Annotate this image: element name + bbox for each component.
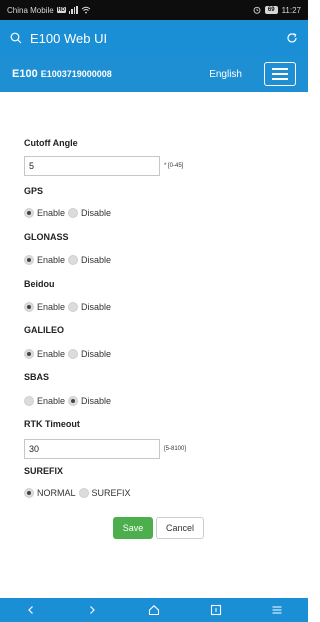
browser-nav-bar	[0, 598, 308, 622]
language-link[interactable]: English	[209, 69, 242, 80]
gps-enable-label[interactable]: Enable	[37, 208, 65, 218]
cutoff-angle-input[interactable]	[24, 156, 160, 176]
rtk-timeout-input[interactable]	[24, 439, 160, 459]
glonass-radio-group: Enable Disable	[24, 255, 111, 265]
surefix-surefix-radio[interactable]	[78, 488, 89, 498]
signal-icon	[68, 6, 78, 14]
sbas-disable-radio[interactable]	[68, 396, 79, 406]
menu-toggle-button[interactable]	[264, 62, 296, 86]
surefix-surefix-label[interactable]: SUREFIX	[92, 488, 131, 498]
galileo-label: GALILEO	[24, 325, 64, 335]
gps-disable-radio[interactable]	[68, 208, 79, 218]
clock: 11:27	[281, 5, 301, 15]
hd-badge: HD	[56, 7, 66, 13]
home-icon[interactable]	[147, 603, 161, 617]
device-model: E100	[12, 68, 38, 80]
glonass-disable-radio[interactable]	[68, 255, 79, 265]
galileo-enable-label[interactable]: Enable	[37, 349, 65, 359]
beidou-label: Beidou	[24, 279, 55, 289]
glonass-enable-label[interactable]: Enable	[37, 255, 65, 265]
surefix-normal-label[interactable]: NORMAL	[37, 488, 76, 498]
gps-enable-radio[interactable]	[24, 208, 34, 218]
gps-radio-group: Enable Disable	[24, 208, 111, 218]
app-header: E100 E1003719000008 English	[0, 56, 308, 92]
status-right: 69 11:27	[253, 6, 301, 15]
menu-icon-bar	[272, 78, 288, 80]
beidou-disable-radio[interactable]	[68, 302, 79, 312]
beidou-enable-radio[interactable]	[24, 302, 34, 312]
glonass-disable-label[interactable]: Disable	[81, 255, 111, 265]
rtk-timeout-label: RTK Timeout	[24, 419, 80, 429]
galileo-disable-label[interactable]: Disable	[81, 349, 111, 359]
sbas-radio-group: Enable Disable	[24, 396, 111, 406]
sbas-disable-label[interactable]: Disable	[81, 396, 111, 406]
gps-label: GPS	[24, 186, 44, 196]
device-serial: E1003719000008	[40, 69, 112, 79]
save-button[interactable]: Save	[113, 517, 153, 539]
surefix-label: SUREFIX	[24, 466, 64, 476]
status-bar: China Mobile HD 69 11:27	[0, 0, 308, 20]
cancel-button[interactable]: Cancel	[156, 517, 204, 539]
status-left: China Mobile HD	[7, 6, 253, 15]
browser-title[interactable]: E100 Web UI	[30, 31, 286, 46]
alarm-icon	[253, 6, 261, 14]
beidou-radio-group: Enable Disable	[24, 302, 111, 312]
tabs-icon[interactable]	[209, 603, 223, 617]
beidou-disable-label[interactable]: Disable	[81, 302, 111, 312]
galileo-radio-group: Enable Disable	[24, 349, 111, 359]
forward-icon[interactable]	[85, 603, 99, 617]
surefix-normal-radio[interactable]	[24, 488, 34, 498]
search-icon[interactable]	[10, 32, 22, 44]
wifi-icon	[81, 6, 91, 14]
device-brand[interactable]: E100 E1003719000008	[12, 68, 209, 80]
surefix-radio-group: NORMAL SUREFIX	[24, 488, 131, 498]
cutoff-angle-hint: * [0-45]	[164, 163, 184, 169]
glonass-enable-radio[interactable]	[24, 255, 34, 265]
browser-bar: E100 Web UI	[0, 20, 308, 56]
sbas-enable-radio[interactable]	[24, 396, 34, 406]
sbas-enable-label[interactable]: Enable	[37, 396, 65, 406]
back-icon[interactable]	[24, 603, 38, 617]
menu-icon-bar	[272, 73, 288, 75]
carrier-name: China Mobile	[7, 5, 54, 15]
galileo-disable-radio[interactable]	[68, 349, 79, 359]
gps-disable-label[interactable]: Disable	[81, 208, 111, 218]
glonass-label: GLONASS	[24, 232, 69, 242]
rtk-timeout-hint: [5-8100]	[164, 446, 187, 452]
refresh-icon[interactable]	[286, 32, 298, 44]
more-menu-icon[interactable]	[270, 603, 284, 617]
battery-icon: 69	[264, 6, 278, 14]
menu-icon-bar	[272, 68, 288, 70]
galileo-enable-radio[interactable]	[24, 349, 34, 359]
sbas-label: SBAS	[24, 372, 50, 382]
beidou-enable-label[interactable]: Enable	[37, 302, 65, 312]
cutoff-angle-label: Cutoff Angle	[24, 138, 78, 148]
